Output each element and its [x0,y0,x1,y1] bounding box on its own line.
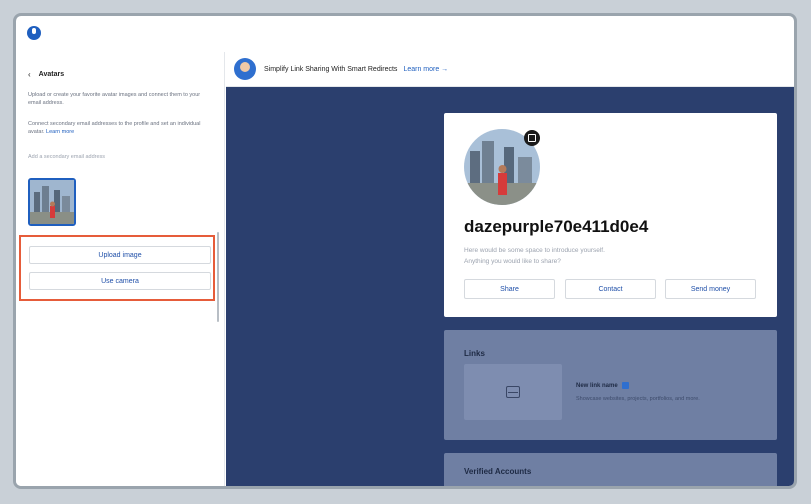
bio-line-1: Here would be some space to introduce yo… [464,247,605,254]
avatar-thumbnail-image [30,180,74,224]
bio-text: Here would be some space to introduce yo… [464,245,605,267]
image-placeholder-icon [506,386,520,398]
sidebar-title: Avatars [38,71,65,78]
avatar-thumbnail[interactable] [28,178,76,226]
learn-more-link[interactable]: Learn more [46,129,74,135]
upload-image-button[interactable]: Upload image [29,246,211,264]
username: dazepurple70e411d0e4 [464,217,649,236]
app-window: ‹ Avatars Upload or create your favorite… [13,13,797,489]
edit-checkbox-icon[interactable] [621,382,629,389]
banner-text: Simplify Link Sharing With Smart Redirec… [264,65,398,73]
links-title: Links [464,349,485,358]
link-placeholder[interactable] [464,364,562,420]
back-header: ‹ Avatars [28,70,64,79]
power-logo-icon[interactable] [27,26,41,40]
upload-options-highlight: Upload image Use camera [19,235,215,301]
send-money-button[interactable]: Send money [665,279,756,299]
links-description: Showcase websites, projects, portfolios,… [576,396,700,402]
banner-learn-more-link[interactable]: Learn more → [403,66,448,73]
profile-card: dazepurple70e411d0e4 Here would be some … [444,113,777,317]
add-email-link[interactable]: Add a secondary email address [28,153,210,161]
banner-avatar [234,58,256,80]
use-camera-button[interactable]: Use camera [29,272,211,290]
bio-line-2: Anything you would like to share? [464,258,561,265]
profile-preview: dazepurple70e411d0e4 Here would be some … [226,87,794,486]
chevron-left-icon[interactable]: ‹ [28,70,31,79]
links-card: Links New link name Showcase websites, p… [444,330,777,440]
sidebar: ‹ Avatars Upload or create your favorite… [16,52,225,486]
sidebar-description: Upload or create your favorite avatar im… [28,92,201,106]
contact-button[interactable]: Contact [565,279,656,299]
share-button[interactable]: Share [464,279,555,299]
new-link-name: New link name [576,382,629,389]
sidebar-description-secondary: Connect secondary email addresses to the… [28,120,210,136]
verified-accounts-title: Verified Accounts [464,467,532,476]
new-link-label: New link name [576,382,618,389]
sidebar-scrollbar[interactable] [217,232,219,322]
camera-icon[interactable] [524,130,540,146]
verified-accounts-card: Verified Accounts [444,453,777,486]
promo-banner: Simplify Link Sharing With Smart Redirec… [226,52,794,87]
